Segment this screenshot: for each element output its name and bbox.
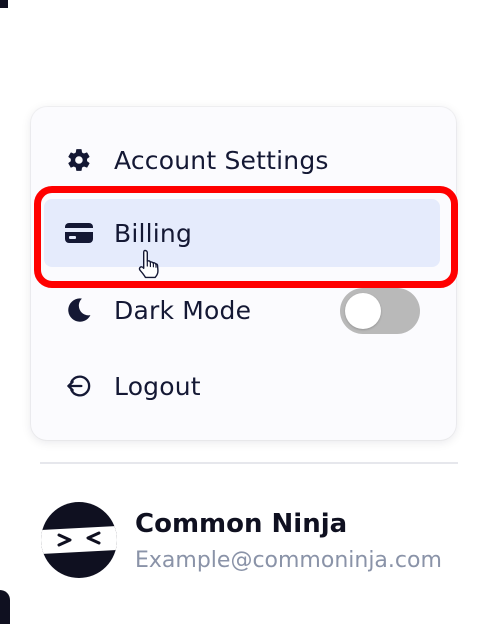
user-name: Common Ninja <box>135 509 348 539</box>
user-email: Example@commoninja.com <box>135 548 442 573</box>
menu-item-label: Billing <box>114 218 193 248</box>
menu-item-label: Logout <box>114 371 201 401</box>
menu-item-logout[interactable]: Logout <box>44 352 440 420</box>
credit-card-icon <box>64 218 94 248</box>
corner-decoration-top <box>0 0 8 8</box>
menu-item-label: Account Settings <box>114 145 329 175</box>
logout-icon <box>64 371 94 401</box>
moon-icon <box>64 295 94 325</box>
dark-mode-toggle[interactable] <box>340 288 420 334</box>
ninja-avatar-icon <box>41 502 117 578</box>
menu-item-billing[interactable]: Billing <box>44 199 440 267</box>
corner-decoration-bottom <box>0 590 10 624</box>
menu-item-account-settings[interactable]: Account Settings <box>44 126 440 194</box>
menu-item-label: Dark Mode <box>114 295 252 325</box>
gear-icon <box>64 145 94 175</box>
divider <box>40 462 458 464</box>
toggle-knob <box>345 293 381 329</box>
